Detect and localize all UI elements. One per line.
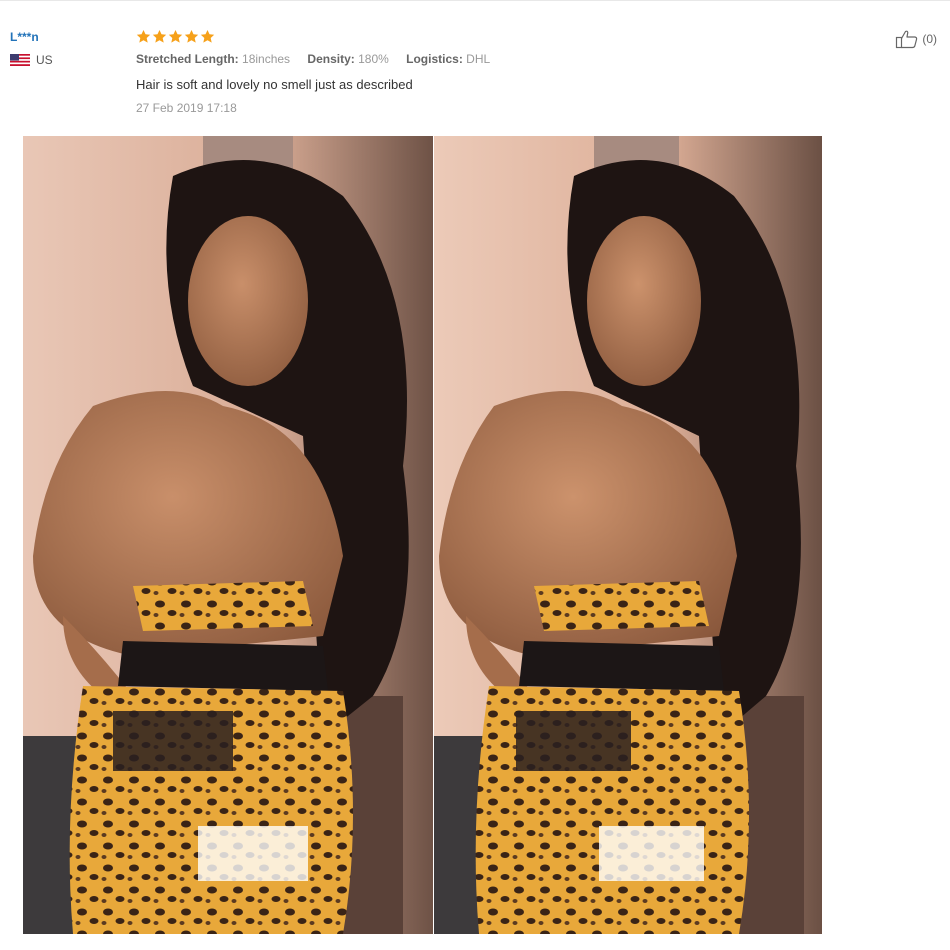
thumbs-up-icon — [895, 29, 919, 49]
review-text: Hair is soft and lovely no smell just as… — [136, 77, 413, 92]
top-divider — [0, 0, 950, 1]
review-photo-1[interactable] — [23, 136, 433, 934]
star-icon — [168, 29, 183, 44]
review-date: 27 Feb 2019 17:18 — [136, 101, 237, 115]
star-icon — [184, 29, 199, 44]
attr-stretched-length: Stretched Length: 18inches — [136, 52, 291, 66]
review-body: Stretched Length: 18inches Density: 180%… — [136, 29, 836, 115]
review-attributes: Stretched Length: 18inches Density: 180%… — [136, 52, 836, 66]
helpful-button[interactable]: (0) — [895, 29, 937, 49]
star-icon — [136, 29, 151, 44]
star-rating — [136, 29, 836, 45]
us-flag-icon — [10, 54, 30, 66]
reviewer-country: US — [10, 53, 53, 67]
attr-logistics: Logistics: DHL — [406, 52, 491, 66]
star-icon — [200, 29, 215, 44]
reviewer-info: L***n US — [10, 30, 53, 67]
helpful-count: (0) — [922, 32, 937, 46]
review-photo-2[interactable] — [434, 136, 822, 934]
star-icon — [152, 29, 167, 44]
attr-density: Density: 180% — [307, 52, 389, 66]
reviewer-name: L***n — [10, 30, 39, 44]
country-label: US — [36, 53, 53, 67]
